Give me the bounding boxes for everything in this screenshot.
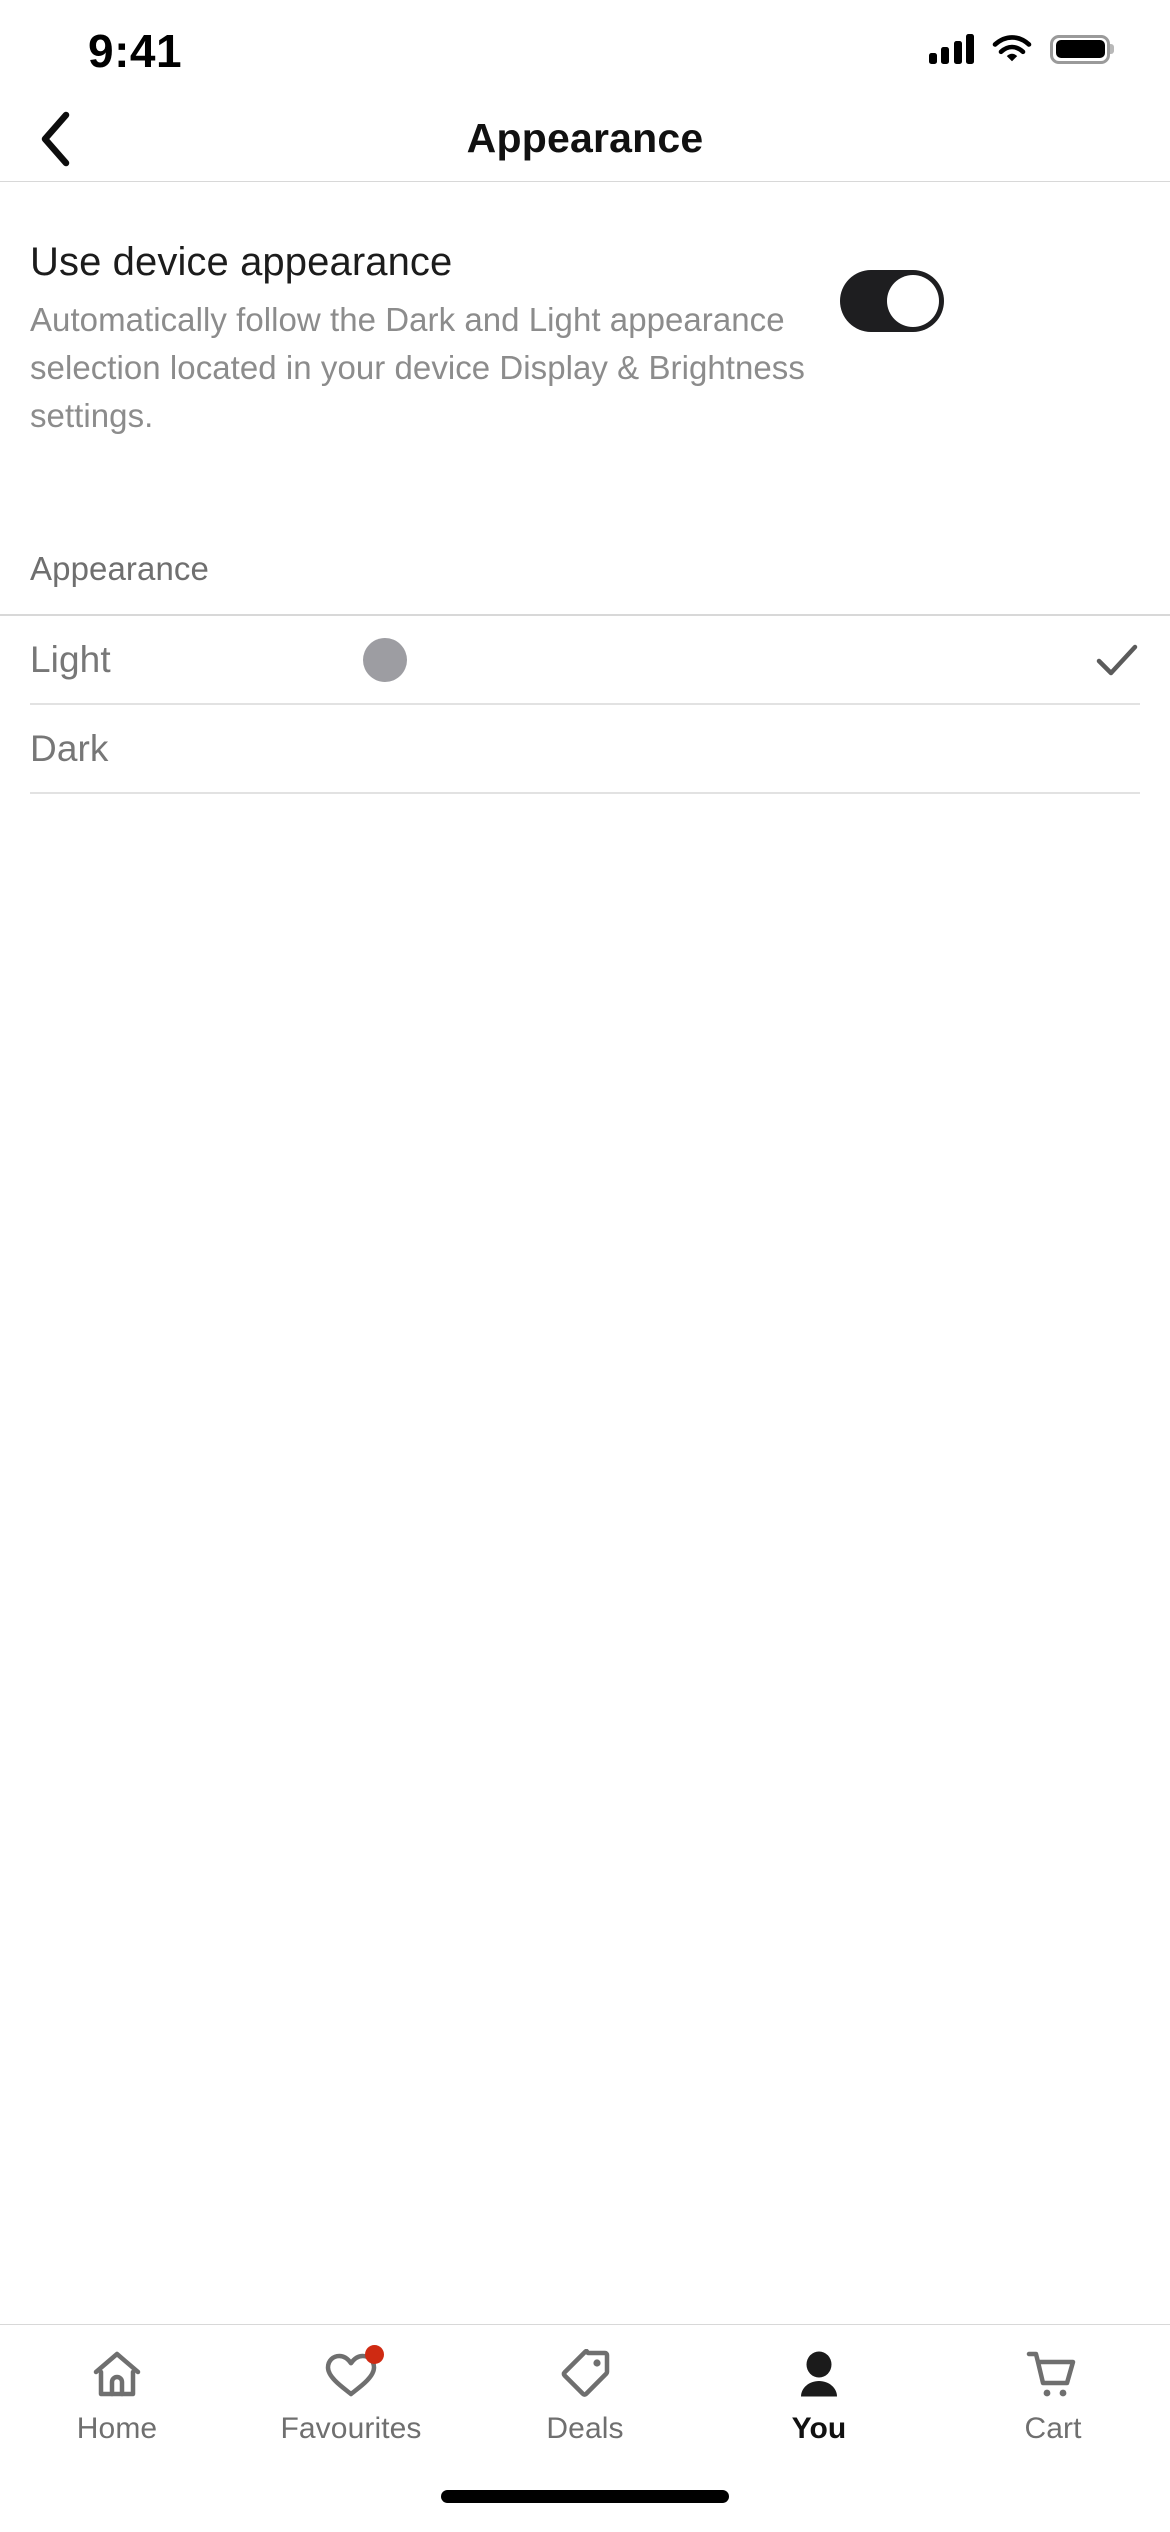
home-indicator[interactable] [441,2490,729,2503]
tab-label: You [791,2412,847,2445]
battery-icon [1050,34,1110,64]
appearance-option-label: Dark [30,728,109,769]
light-swatch-icon [363,638,407,682]
status-bar-time: 9:41 [88,25,183,77]
appearance-option-light[interactable]: Light [0,616,1170,705]
nav-bar: Appearance [0,96,1170,182]
tab-label: Favourites [280,2412,422,2445]
appearance-option-dark[interactable]: Dark [0,705,1170,794]
back-button[interactable] [18,102,92,176]
heart-icon [322,2345,384,2403]
selected-check [1094,726,1140,772]
status-bar-indicators [928,34,1110,64]
selected-check [1094,637,1140,683]
tab-favourites[interactable]: Favourites [234,2345,468,2446]
main-content: Use device appearance Automatically foll… [0,182,1170,2324]
favourites-badge [365,2345,384,2364]
tab-label: Cart [1024,2412,1082,2445]
cellular-signal-icon [928,34,974,64]
use-device-appearance-description: Automatically follow the Dark and Light … [30,301,805,434]
tag-icon [556,2347,614,2403]
toggle-knob [887,275,939,327]
tab-deals[interactable]: Deals [468,2347,702,2446]
shopping-cart-icon [1024,2347,1082,2403]
appearance-swatch-wrap [340,638,430,682]
tab-cart[interactable]: Cart [936,2347,1170,2446]
tab-home[interactable]: Home [0,2347,234,2446]
app-screen: 9:41 Appearance Use device appearance Au… [0,0,1170,2532]
home-indicator-area [0,2478,1170,2532]
home-icon [88,2347,146,2403]
appearance-option-label: Light [30,639,111,680]
row-divider [30,792,1140,794]
use-device-appearance-text: Use device appearance Automatically foll… [30,238,840,440]
person-icon [790,2347,848,2403]
appearance-section-label: Appearance [30,550,209,587]
chevron-left-icon [41,111,70,166]
tab-label: Home [76,2412,158,2445]
use-device-appearance-row: Use device appearance Automatically foll… [0,182,1170,440]
page-title: Appearance [466,115,704,161]
use-device-appearance-toggle[interactable] [840,270,944,332]
checkmark-icon [1096,644,1138,676]
bottom-tab-bar: Home Favourites Deals You Cart [0,2324,1170,2478]
tab-you[interactable]: You [702,2347,936,2446]
status-bar: 9:41 [0,0,1170,96]
tab-label: Deals [546,2412,624,2445]
wifi-icon [992,34,1032,64]
use-device-appearance-title: Use device appearance [30,240,453,284]
